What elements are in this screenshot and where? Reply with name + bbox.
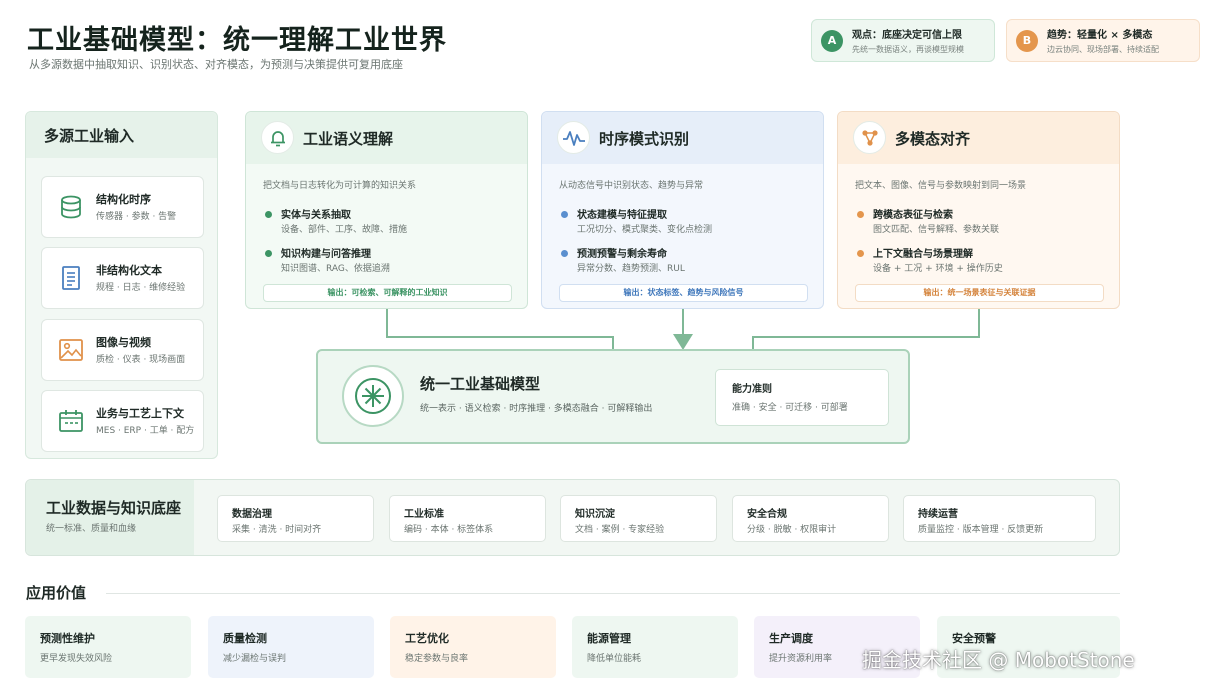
image-icon <box>59 339 83 361</box>
connector-multimodal <box>752 309 980 349</box>
value-card-energy-management: 能源管理 降低单位能耗 <box>572 616 738 678</box>
module-output: 输出：状态标签、趋势与风险信号 <box>559 284 808 302</box>
waveform-icon <box>557 121 590 154</box>
value-sub: 提升资源利用率 <box>769 654 833 664</box>
capability-principles-box: 能力准则 准确 · 安全 · 可迁移 · 可部署 <box>715 369 889 426</box>
input-name: 业务与工艺上下文 <box>96 407 184 420</box>
value-title: 预测性维护 <box>40 632 95 645</box>
bullet-dot <box>561 250 568 257</box>
connector-arrowhead <box>673 334 693 350</box>
value-section-title: 应用价值 <box>26 584 87 602</box>
document-icon <box>62 266 80 290</box>
module-item-title: 状态建模与特征提取 <box>577 210 667 221</box>
value-card-process-optimization: 工艺优化 稳定参数与良率 <box>390 616 556 678</box>
pillar-title: 安全合规 <box>747 509 787 520</box>
pillar-title: 工业标准 <box>404 509 444 520</box>
pillar-sub: 质量监控 · 版本管理 · 反馈更新 <box>918 525 1044 535</box>
data-knowledge-foundation: 工业数据与知识底座 统一标准、质量和血缘 数据治理 采集 · 清洗 · 时间对齐… <box>25 479 1120 556</box>
module-item-sub: 设备、部件、工序、故障、措施 <box>281 225 408 235</box>
module-item-sub: 设备 + 工况 + 环境 + 操作历史 <box>873 264 1003 274</box>
module-title: 多模态对齐 <box>895 130 971 148</box>
database-icon <box>61 195 81 219</box>
module-multimodal-alignment: 多模态对齐 把文本、图像、信号与参数映射到同一场景 跨模态表征与检索 图文匹配、… <box>837 111 1120 309</box>
section-divider <box>106 593 1120 594</box>
connector-semantic <box>386 309 614 349</box>
input-name: 图像与视频 <box>96 336 151 349</box>
input-card-business: 业务与工艺上下文 MES · ERP · 工单 · 配方 <box>41 390 204 452</box>
module-desc: 把文本、图像、信号与参数映射到同一场景 <box>855 181 1027 191</box>
input-panel: 多源工业输入 结构化时序 传感器 · 参数 · 告警 非结构化文本 规程 · 日… <box>25 111 218 459</box>
unified-foundation-model: 统一工业基础模型 统一表示 · 语义检索 · 时序推理 · 多模态融合 · 可解… <box>316 349 910 444</box>
input-panel-title: 多源工业输入 <box>44 127 135 145</box>
value-sub: 降低单位能耗 <box>587 654 642 664</box>
module-output: 输出：统一场景表征与关联证据 <box>855 284 1104 302</box>
capability-principles-title: 能力准则 <box>732 384 772 395</box>
pillar-sub: 文档 · 案例 · 专家经验 <box>575 525 665 535</box>
input-desc: MES · ERP · 工单 · 配方 <box>96 426 195 436</box>
module-semantic-understanding: 工业语义理解 把文档与日志转化为可计算的知识关系 实体与关系抽取 设备、部件、工… <box>245 111 528 309</box>
foundation-pillar-knowledge: 知识沉淀 文档 · 案例 · 专家经验 <box>560 495 717 542</box>
asterisk-icon <box>342 365 404 427</box>
pillar-sub: 分级 · 脱敏 · 权限审计 <box>747 525 837 535</box>
value-title: 质量检测 <box>223 632 267 645</box>
module-item-sub: 图文匹配、信号解释、参数关联 <box>873 225 1000 235</box>
foundation-pillar-standards: 工业标准 编码 · 本体 · 标签体系 <box>389 495 546 542</box>
pillar-title: 数据治理 <box>232 509 272 520</box>
foundation-title: 工业数据与知识底座 <box>46 499 182 517</box>
module-desc: 从动态信号中识别状态、趋势与异常 <box>559 181 704 191</box>
calendar-icon <box>59 410 83 432</box>
value-card-predictive-maintenance: 预测性维护 更早发现失效风险 <box>25 616 191 678</box>
value-title: 能源管理 <box>587 632 631 645</box>
module-item-title: 上下文融合与场景理解 <box>873 249 973 260</box>
input-desc: 传感器 · 参数 · 告警 <box>96 212 177 222</box>
module-item-sub: 异常分数、趋势预测、RUL <box>577 264 685 274</box>
pillar-title: 知识沉淀 <box>575 509 615 520</box>
input-desc: 质检 · 仪表 · 现场画面 <box>96 355 186 365</box>
module-output: 输出：可检索、可解释的工业知识 <box>263 284 512 302</box>
watermark: 掘金技术社区 @ MobotStone <box>862 648 1135 672</box>
module-item-sub: 知识图谱、RAG、依据追溯 <box>281 264 390 274</box>
bullet-dot <box>857 211 864 218</box>
nodes-icon <box>853 121 886 154</box>
core-subtitle: 统一表示 · 语义检索 · 时序推理 · 多模态融合 · 可解释输出 <box>420 404 653 414</box>
bell-icon <box>261 121 294 154</box>
foundation-subtitle: 统一标准、质量和血缘 <box>46 524 137 534</box>
input-desc: 规程 · 日志 · 维修经验 <box>96 283 186 293</box>
module-item-title: 跨模态表征与检索 <box>873 210 953 221</box>
module-item-title: 预测预警与剩余寿命 <box>577 249 667 260</box>
input-card-image: 图像与视频 质检 · 仪表 · 现场画面 <box>41 319 204 381</box>
value-sub: 更早发现失效风险 <box>40 654 113 664</box>
capability-principles-items: 准确 · 安全 · 可迁移 · 可部署 <box>732 403 848 413</box>
module-title: 时序模式识别 <box>599 130 690 148</box>
input-card-text: 非结构化文本 规程 · 日志 · 维修经验 <box>41 247 204 309</box>
value-title: 生产调度 <box>769 632 813 645</box>
module-timeseries-recognition: 时序模式识别 从动态信号中识别状态、趋势与异常 状态建模与特征提取 工况切分、模… <box>541 111 824 309</box>
module-desc: 把文档与日志转化为可计算的知识关系 <box>263 181 417 191</box>
foundation-pillar-governance: 数据治理 采集 · 清洗 · 时间对齐 <box>217 495 374 542</box>
module-item-sub: 工况切分、模式聚类、变化点检测 <box>577 225 713 235</box>
module-title: 工业语义理解 <box>303 130 394 148</box>
bullet-dot <box>561 211 568 218</box>
pillar-sub: 采集 · 清洗 · 时间对齐 <box>232 525 322 535</box>
value-title: 工艺优化 <box>405 632 449 645</box>
bullet-dot <box>265 211 272 218</box>
pillar-title: 持续运营 <box>918 509 958 520</box>
foundation-pillar-compliance: 安全合规 分级 · 脱敏 · 权限审计 <box>732 495 889 542</box>
value-sub: 减少漏检与误判 <box>223 654 287 664</box>
input-name: 非结构化文本 <box>96 264 162 277</box>
foundation-pillar-operations: 持续运营 质量监控 · 版本管理 · 反馈更新 <box>903 495 1096 542</box>
module-item-title: 知识构建与问答推理 <box>281 249 371 260</box>
module-item-title: 实体与关系抽取 <box>281 210 351 221</box>
core-title: 统一工业基础模型 <box>420 375 541 393</box>
pillar-sub: 编码 · 本体 · 标签体系 <box>404 525 494 535</box>
value-card-quality-inspection: 质量检测 减少漏检与误判 <box>208 616 374 678</box>
bullet-dot <box>857 250 864 257</box>
value-sub: 稳定参数与良率 <box>405 654 469 664</box>
bullet-dot <box>265 250 272 257</box>
input-card-structured: 结构化时序 传感器 · 参数 · 告警 <box>41 176 204 238</box>
input-name: 结构化时序 <box>96 193 151 206</box>
